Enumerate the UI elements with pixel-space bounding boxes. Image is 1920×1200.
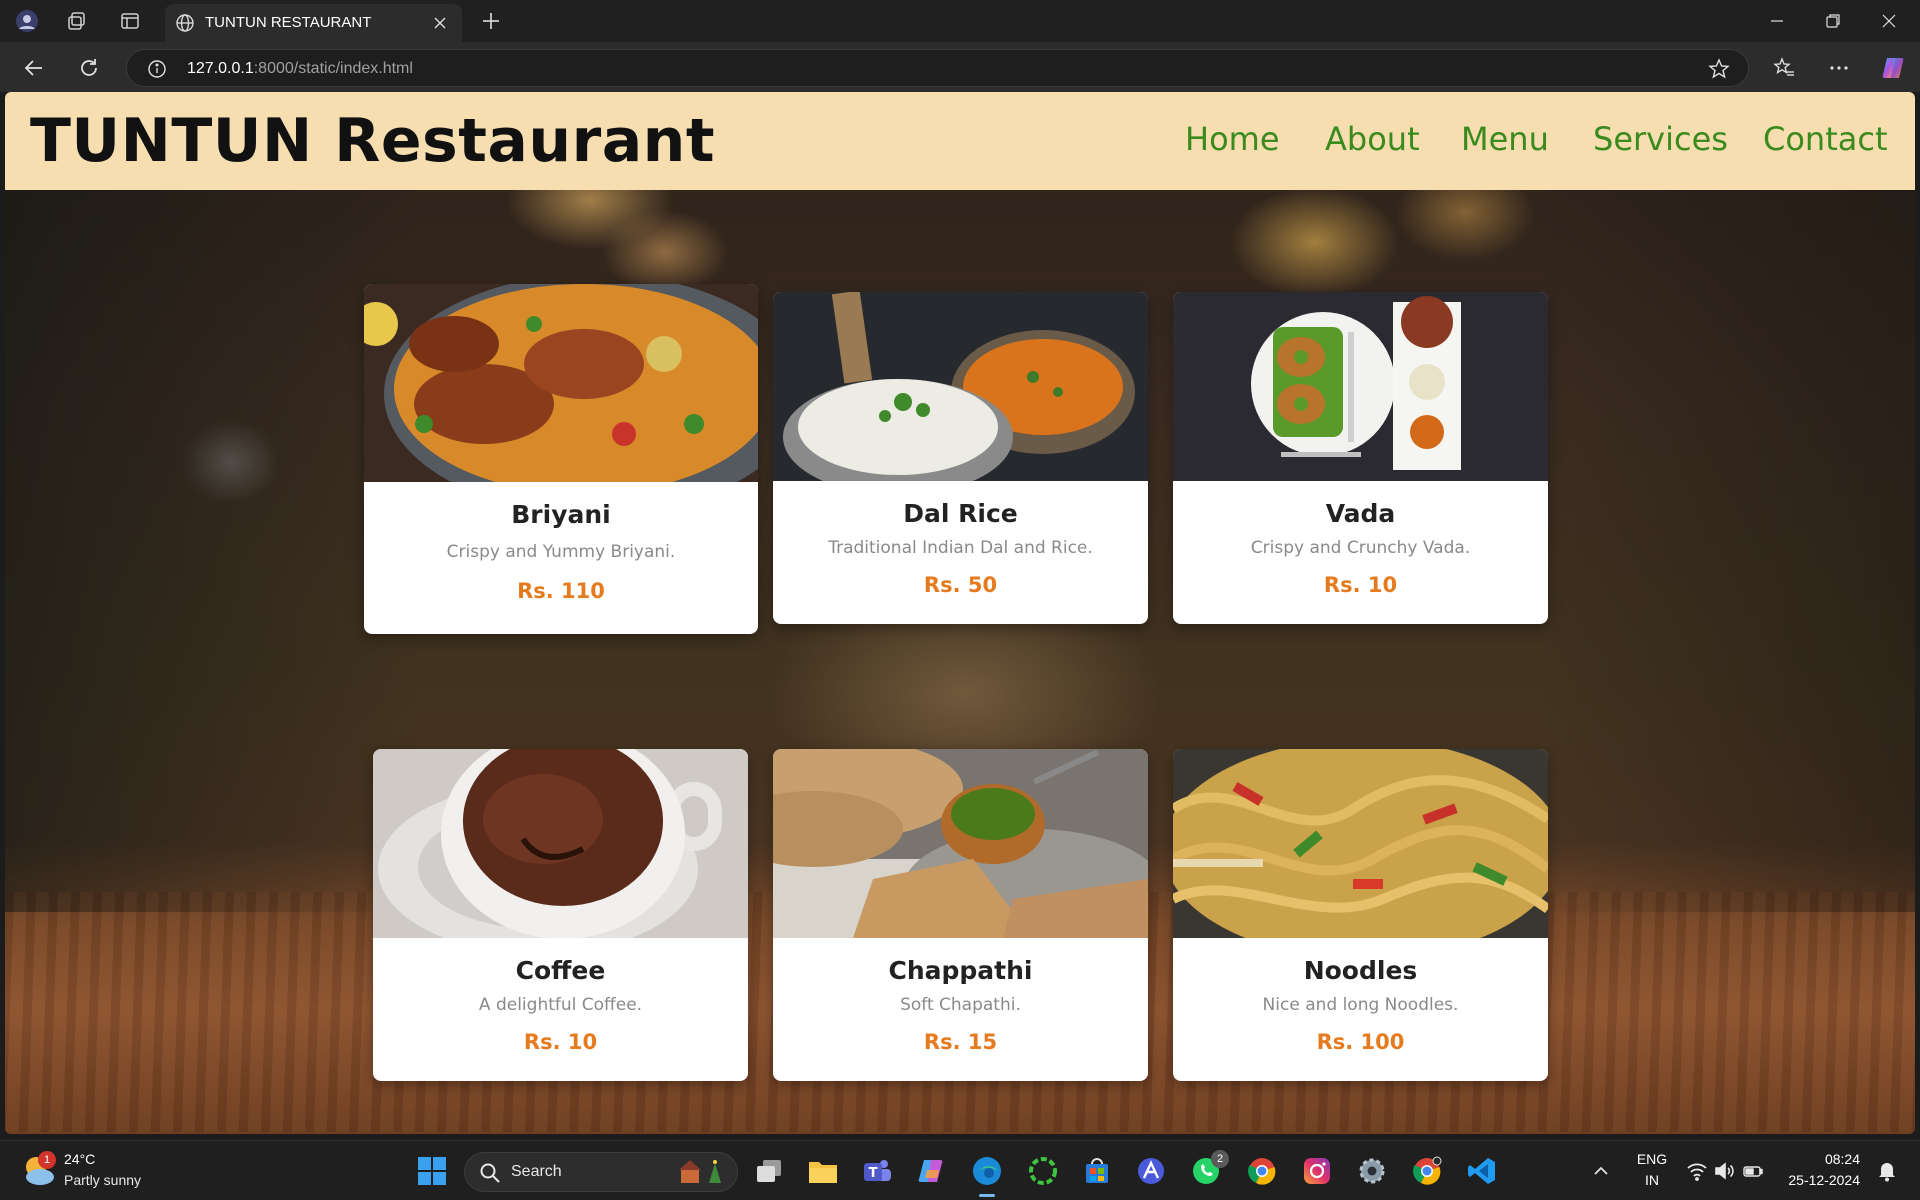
- weather-badge: 1: [38, 1151, 56, 1169]
- nav-link-services[interactable]: Services: [1593, 120, 1728, 158]
- edge-icon[interactable]: [970, 1154, 1004, 1197]
- browser-titlebar: TUNTUN RESTAURANT: [0, 0, 1920, 42]
- language-region[interactable]: IN: [1628, 1172, 1676, 1188]
- weather-temperature: 24°C: [64, 1151, 96, 1167]
- settings-gear-icon[interactable]: [1355, 1154, 1389, 1188]
- search-icon: [479, 1162, 501, 1188]
- taskbar-search[interactable]: Search: [464, 1152, 738, 1192]
- copilot-icon[interactable]: [1880, 54, 1908, 82]
- windows-taskbar: 1 24°C Partly sunny Search T 2 ENG IN 08…: [0, 1140, 1920, 1200]
- card-description: Soft Chapathi.: [900, 995, 1021, 1015]
- battery-icon[interactable]: [1736, 1154, 1770, 1188]
- chrome-profile-icon[interactable]: [1410, 1154, 1444, 1188]
- favorite-star-icon[interactable]: [1708, 58, 1730, 84]
- url-path: :8000/static/index.html: [253, 60, 413, 77]
- task-view-icon[interactable]: [752, 1154, 786, 1188]
- menu-card-vada[interactable]: Vada Crispy and Crunchy Vada. Rs. 10: [1173, 292, 1548, 624]
- vscode-icon[interactable]: [1465, 1154, 1499, 1188]
- start-icon[interactable]: [415, 1154, 449, 1188]
- menu-card-chappathi[interactable]: Chappathi Soft Chapathi. Rs. 15: [773, 749, 1148, 1081]
- card-price: Rs. 110: [517, 579, 605, 603]
- chappathi-image: [773, 749, 1148, 938]
- weather-widget[interactable]: 1: [20, 1151, 60, 1191]
- app-a-icon[interactable]: [1134, 1154, 1168, 1188]
- language-code[interactable]: ENG: [1628, 1151, 1676, 1167]
- pycharm-icon[interactable]: [1026, 1154, 1060, 1188]
- briyani-image: [364, 284, 758, 482]
- clock-date[interactable]: 25-12-2024: [1770, 1172, 1860, 1188]
- url-text[interactable]: 127.0.0.1:8000/static/index.html: [187, 60, 413, 78]
- globe-icon: [175, 13, 195, 37]
- svg-text:T: T: [869, 1166, 878, 1181]
- menu-card-coffee[interactable]: Coffee A delightful Coffee. Rs. 10: [373, 749, 748, 1081]
- card-price: Rs. 15: [923, 1030, 998, 1054]
- card-price: Rs. 50: [923, 573, 998, 597]
- card-price: Rs. 10: [1323, 573, 1398, 597]
- tab-title: TUNTUN RESTAURANT: [205, 14, 372, 31]
- menu-card-dal-rice[interactable]: Dal Rice Traditional Indian Dal and Rice…: [773, 292, 1148, 624]
- card-price: Rs. 10: [523, 1030, 598, 1054]
- store-icon[interactable]: [1080, 1154, 1114, 1188]
- page-viewport: TUNTUN Restaurant Home About Menu Servic…: [5, 92, 1915, 1134]
- back-icon[interactable]: [20, 54, 48, 82]
- background-shade-right: [1535, 92, 1915, 912]
- favorites-icon[interactable]: [1770, 54, 1798, 82]
- close-window-icon[interactable]: [1866, 6, 1912, 36]
- active-app-indicator: [979, 1194, 995, 1197]
- nav-link-about[interactable]: About: [1325, 120, 1420, 158]
- site-header: TUNTUN Restaurant Home About Menu Servic…: [5, 92, 1915, 190]
- more-options-icon[interactable]: [1825, 54, 1853, 82]
- tab-actions-icon[interactable]: [117, 8, 143, 34]
- card-title: Vada: [1325, 499, 1396, 528]
- workspaces-icon[interactable]: [64, 8, 90, 34]
- card-description: Nice and long Noodles.: [1262, 995, 1459, 1015]
- new-tab-icon[interactable]: [478, 8, 504, 34]
- clock-time[interactable]: 08:24: [1780, 1151, 1860, 1167]
- card-title: Noodles: [1303, 956, 1418, 985]
- nav-link-menu[interactable]: Menu: [1461, 120, 1549, 158]
- show-hidden-icons-chevron-up-icon[interactable]: [1584, 1154, 1618, 1188]
- nav-link-home[interactable]: Home: [1185, 120, 1280, 158]
- weather-description: Partly sunny: [64, 1172, 142, 1188]
- browser-toolbar: 127.0.0.1:8000/static/index.html: [0, 42, 1920, 92]
- dal-rice-image: [773, 292, 1148, 481]
- whatsapp-badge: 2: [1211, 1150, 1229, 1168]
- site-info-icon[interactable]: [147, 59, 167, 83]
- menu-card-briyani[interactable]: Briyani Crispy and Yummy Briyani. Rs. 11…: [364, 284, 758, 634]
- instagram-icon[interactable]: [1300, 1154, 1334, 1188]
- restore-icon[interactable]: [1810, 6, 1856, 36]
- minimize-icon[interactable]: [1754, 6, 1800, 36]
- card-price: Rs. 100: [1316, 1030, 1405, 1054]
- coffee-image: [373, 749, 748, 938]
- card-title: Dal Rice: [903, 499, 1018, 528]
- url-host: 127.0.0.1: [187, 60, 254, 77]
- browser-tab-active[interactable]: TUNTUN RESTAURANT: [165, 4, 462, 42]
- search-highlight-icon: [675, 1157, 727, 1191]
- site-title: TUNTUN Restaurant: [30, 106, 716, 176]
- nav-link-contact[interactable]: Contact: [1763, 120, 1888, 158]
- close-tab-icon[interactable]: [428, 11, 452, 35]
- card-description: Crispy and Crunchy Vada.: [1250, 538, 1471, 558]
- card-description: Traditional Indian Dal and Rice.: [828, 538, 1093, 558]
- vada-image: [1173, 292, 1548, 481]
- card-title: Chappathi: [888, 956, 1033, 985]
- profile-icon[interactable]: [14, 8, 40, 34]
- notification-bell-icon[interactable]: [1870, 1154, 1904, 1188]
- menu-card-noodles[interactable]: Noodles Nice and long Noodles. Rs. 100: [1173, 749, 1548, 1081]
- address-bar[interactable]: 127.0.0.1:8000/static/index.html: [126, 49, 1749, 87]
- whatsapp-icon[interactable]: 2: [1189, 1150, 1229, 1188]
- search-placeholder: Search: [511, 1163, 562, 1180]
- chrome-icon[interactable]: [1245, 1154, 1279, 1188]
- refresh-icon[interactable]: [75, 54, 103, 82]
- card-description: Crispy and Yummy Briyani.: [446, 542, 676, 562]
- noodles-image: [1173, 749, 1548, 938]
- card-title: Briyani: [511, 500, 611, 529]
- background-shade-left: [5, 92, 425, 912]
- copilot-app-icon[interactable]: [915, 1154, 949, 1188]
- teams-icon[interactable]: T: [860, 1154, 894, 1188]
- card-title: Coffee: [515, 956, 606, 985]
- file-explorer-icon[interactable]: [806, 1154, 840, 1188]
- card-description: A delightful Coffee.: [478, 995, 643, 1015]
